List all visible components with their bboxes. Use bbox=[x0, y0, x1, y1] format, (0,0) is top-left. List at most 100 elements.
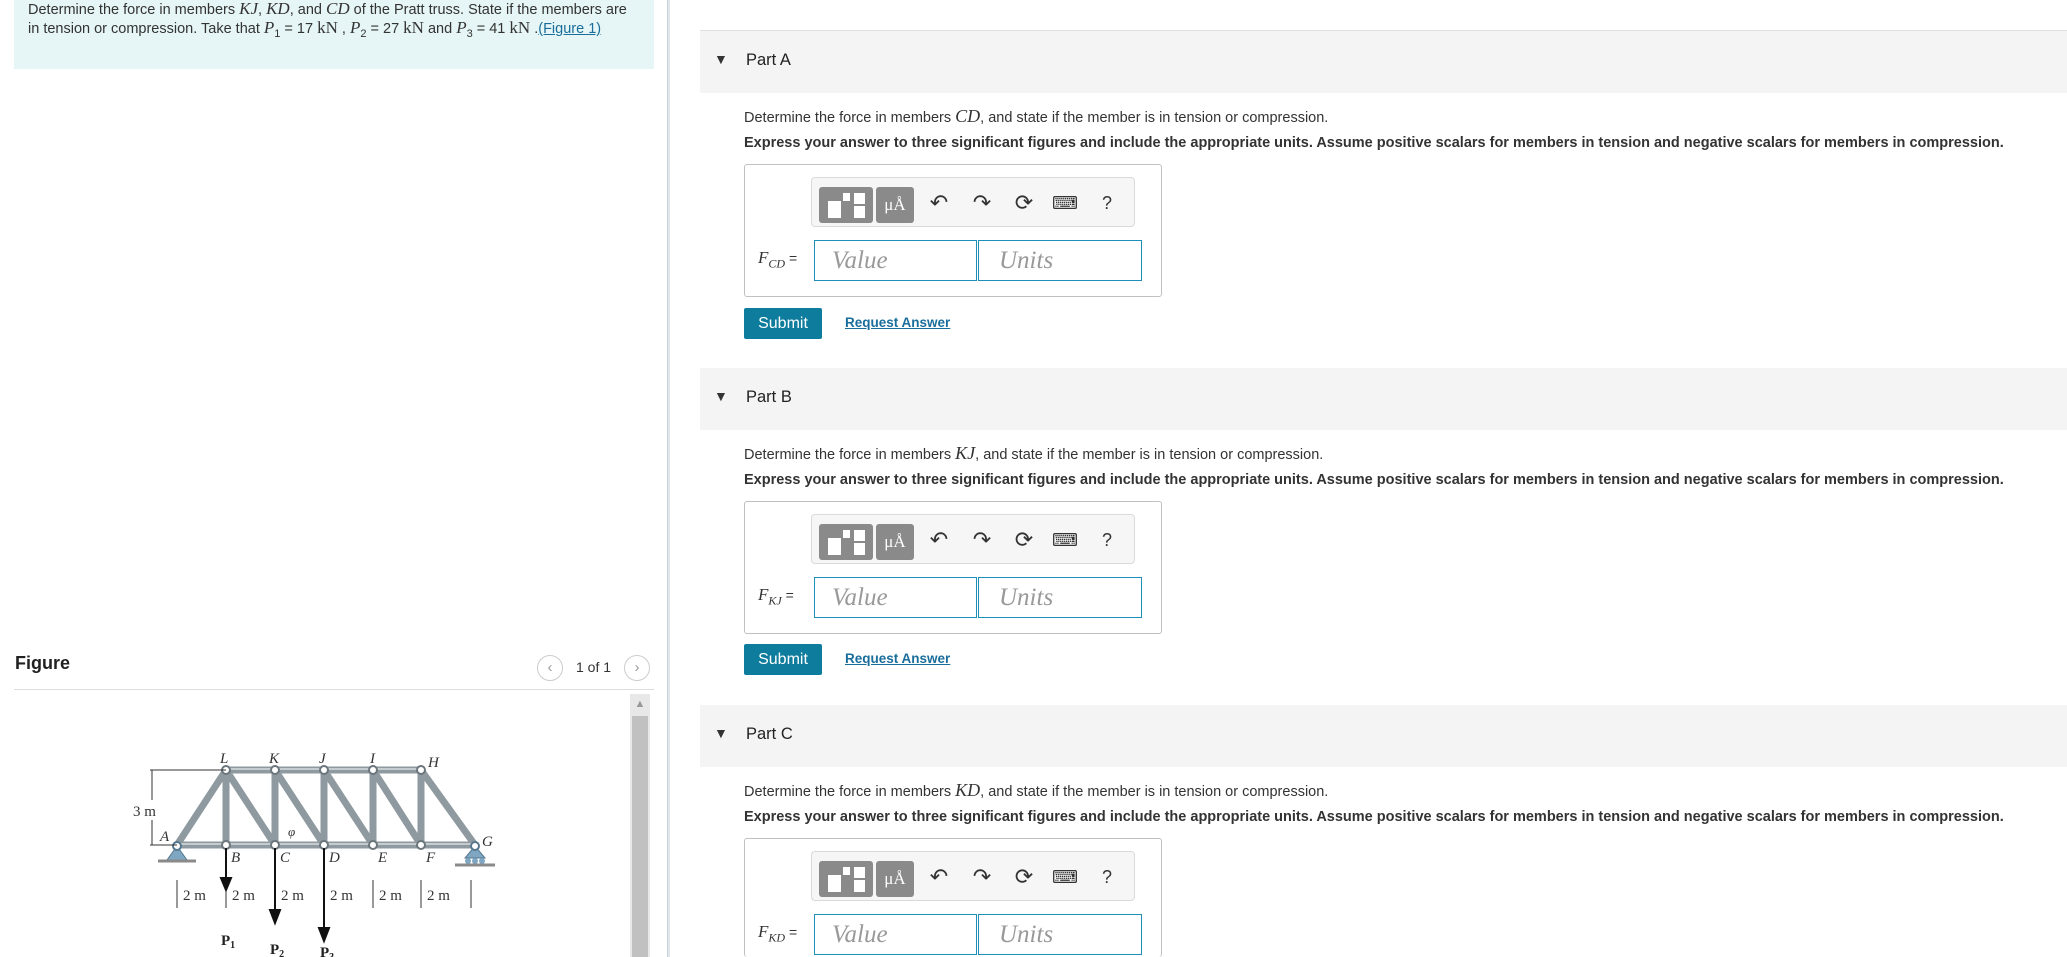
member-kd: KD bbox=[266, 0, 290, 18]
problem-text: and bbox=[423, 21, 457, 37]
caret-down-icon[interactable]: ▼ bbox=[714, 388, 728, 404]
load-p3-symbol: P bbox=[456, 18, 467, 37]
redo-icon: ↷ bbox=[972, 190, 992, 215]
part-b-value-input[interactable]: Value bbox=[814, 577, 977, 618]
help-button[interactable]: ? bbox=[1092, 525, 1122, 555]
part-b-instruction: Express your answer to three significant… bbox=[744, 472, 2004, 488]
part-a-units-input[interactable]: Units bbox=[978, 240, 1142, 281]
caret-down-icon[interactable]: ▼ bbox=[714, 725, 728, 741]
redo-button[interactable]: ↷ bbox=[967, 525, 997, 555]
keyboard-icon: ⌨ bbox=[1052, 530, 1078, 550]
keyboard-button[interactable]: ⌨ bbox=[1050, 188, 1080, 218]
truss-members bbox=[173, 766, 479, 849]
problem-text: , and bbox=[289, 2, 326, 18]
help-button[interactable]: ? bbox=[1092, 188, 1122, 218]
part-a-submit-button[interactable]: Submit bbox=[744, 308, 822, 339]
load-p2-unit: kN bbox=[403, 18, 424, 37]
prompt-text: Determine the force in members bbox=[744, 784, 956, 800]
var-symbol: F bbox=[758, 248, 769, 267]
part-a-request-answer-link[interactable]: Request Answer bbox=[845, 315, 950, 330]
problem-statement: Determine the force in members KJ, KD, a… bbox=[14, 0, 654, 69]
reset-icon: ⟳ bbox=[1014, 864, 1034, 889]
part-a-value-input[interactable]: Value bbox=[814, 240, 977, 281]
figure-scrollbar[interactable]: ▲ bbox=[630, 694, 650, 957]
part-a-member: CD bbox=[955, 106, 981, 126]
keyboard-icon: ⌨ bbox=[1052, 867, 1078, 887]
joint-label-f: F bbox=[425, 850, 436, 866]
reset-icon: ⟳ bbox=[1014, 190, 1034, 215]
redo-icon: ↷ bbox=[972, 864, 992, 889]
undo-button[interactable]: ↶ bbox=[924, 862, 954, 892]
redo-button[interactable]: ↷ bbox=[967, 862, 997, 892]
pratt-truss-diagram: 3 m L K J I H A B C D E F G φ 2 m 2 m 2 … bbox=[133, 751, 495, 957]
part-a-variable-label: FCD = bbox=[758, 248, 797, 271]
part-a-instruction: Express your answer to three significant… bbox=[744, 135, 2004, 151]
equals-sign: = bbox=[785, 924, 798, 940]
part-c-units-input[interactable]: Units bbox=[978, 914, 1142, 955]
templates-button[interactable] bbox=[819, 187, 873, 223]
joint-label-a: A bbox=[159, 829, 170, 845]
reset-button[interactable]: ⟳ bbox=[1009, 188, 1039, 218]
part-b-units-input[interactable]: Units bbox=[978, 577, 1142, 618]
load-sub-p2: 2 bbox=[279, 949, 284, 957]
var-subscript: CD bbox=[768, 256, 786, 271]
prompt-text: , and state if the member is in tension … bbox=[975, 447, 1324, 463]
part-b-submit-button[interactable]: Submit bbox=[744, 644, 822, 675]
load-label-p3: P bbox=[320, 945, 329, 957]
left-panel: Determine the force in members KJ, KD, a… bbox=[0, 0, 665, 957]
member-al bbox=[173, 766, 230, 849]
units-icon: μÅ bbox=[884, 195, 906, 214]
part-c-prompt: Determine the force in members KD, and s… bbox=[744, 780, 1328, 801]
part-b-header[interactable]: ▼ Part B bbox=[700, 368, 2067, 430]
part-c-variable-label: FKD = bbox=[758, 922, 797, 945]
load-label-p1: P bbox=[221, 933, 230, 949]
load-p2-value: = 27 bbox=[366, 21, 404, 37]
scrollbar-thumb[interactable] bbox=[632, 716, 648, 957]
part-b-title: Part B bbox=[746, 388, 792, 406]
part-a-toolbar: μÅ ↶ ↷ ⟳ ⌨ ? bbox=[811, 177, 1135, 227]
prompt-text: Determine the force in members bbox=[744, 447, 956, 463]
help-button[interactable]: ? bbox=[1092, 862, 1122, 892]
part-c-value-input[interactable]: Value bbox=[814, 914, 977, 955]
caret-down-icon[interactable]: ▼ bbox=[714, 51, 728, 67]
scroll-up-icon[interactable]: ▲ bbox=[630, 694, 650, 714]
redo-icon: ↷ bbox=[972, 527, 992, 552]
right-panel: ▼ Part A Determine the force in members … bbox=[700, 0, 2067, 957]
load-label-p2: P bbox=[270, 942, 279, 957]
panel-divider[interactable] bbox=[667, 0, 670, 957]
reset-button[interactable]: ⟳ bbox=[1009, 862, 1039, 892]
var-subscript: KJ bbox=[768, 593, 782, 608]
member-kj: KJ bbox=[239, 0, 259, 18]
keyboard-button[interactable]: ⌨ bbox=[1050, 525, 1080, 555]
units-button[interactable]: μÅ bbox=[876, 524, 914, 560]
units-button[interactable]: μÅ bbox=[876, 187, 914, 223]
part-a-header[interactable]: ▼ Part A bbox=[700, 31, 2067, 93]
joint-label-j: J bbox=[319, 751, 327, 767]
reset-button[interactable]: ⟳ bbox=[1009, 525, 1039, 555]
svg-text:P1: P1 bbox=[221, 933, 235, 951]
units-button[interactable]: μÅ bbox=[876, 861, 914, 897]
undo-icon: ↶ bbox=[929, 527, 949, 552]
figure-next-button[interactable]: › bbox=[624, 655, 650, 681]
joint-label-h: H bbox=[427, 755, 440, 771]
span-dimension-labels: 2 m 2 m 2 m 2 m 2 m 2 m bbox=[183, 888, 450, 904]
part-c-header[interactable]: ▼ Part C bbox=[700, 705, 2067, 767]
figure-prev-button[interactable]: ‹ bbox=[537, 655, 563, 681]
templates-button[interactable] bbox=[819, 861, 873, 897]
undo-icon: ↶ bbox=[929, 864, 949, 889]
templates-button[interactable] bbox=[819, 524, 873, 560]
joint-label-g: G bbox=[482, 834, 493, 850]
undo-button[interactable]: ↶ bbox=[924, 188, 954, 218]
part-b-request-answer-link[interactable]: Request Answer bbox=[845, 651, 950, 666]
joint-label-l: L bbox=[219, 751, 228, 767]
part-c-instruction: Express your answer to three significant… bbox=[744, 809, 2004, 825]
figure-link[interactable]: (Figure 1) bbox=[538, 21, 601, 37]
redo-button[interactable]: ↷ bbox=[967, 188, 997, 218]
joint-label-e: E bbox=[377, 850, 387, 866]
angle-label: φ bbox=[288, 824, 295, 839]
load-sub-p3: 3 bbox=[329, 952, 334, 957]
member-if bbox=[369, 766, 425, 849]
undo-button[interactable]: ↶ bbox=[924, 525, 954, 555]
part-c-title: Part C bbox=[746, 725, 793, 743]
keyboard-button[interactable]: ⌨ bbox=[1050, 862, 1080, 892]
